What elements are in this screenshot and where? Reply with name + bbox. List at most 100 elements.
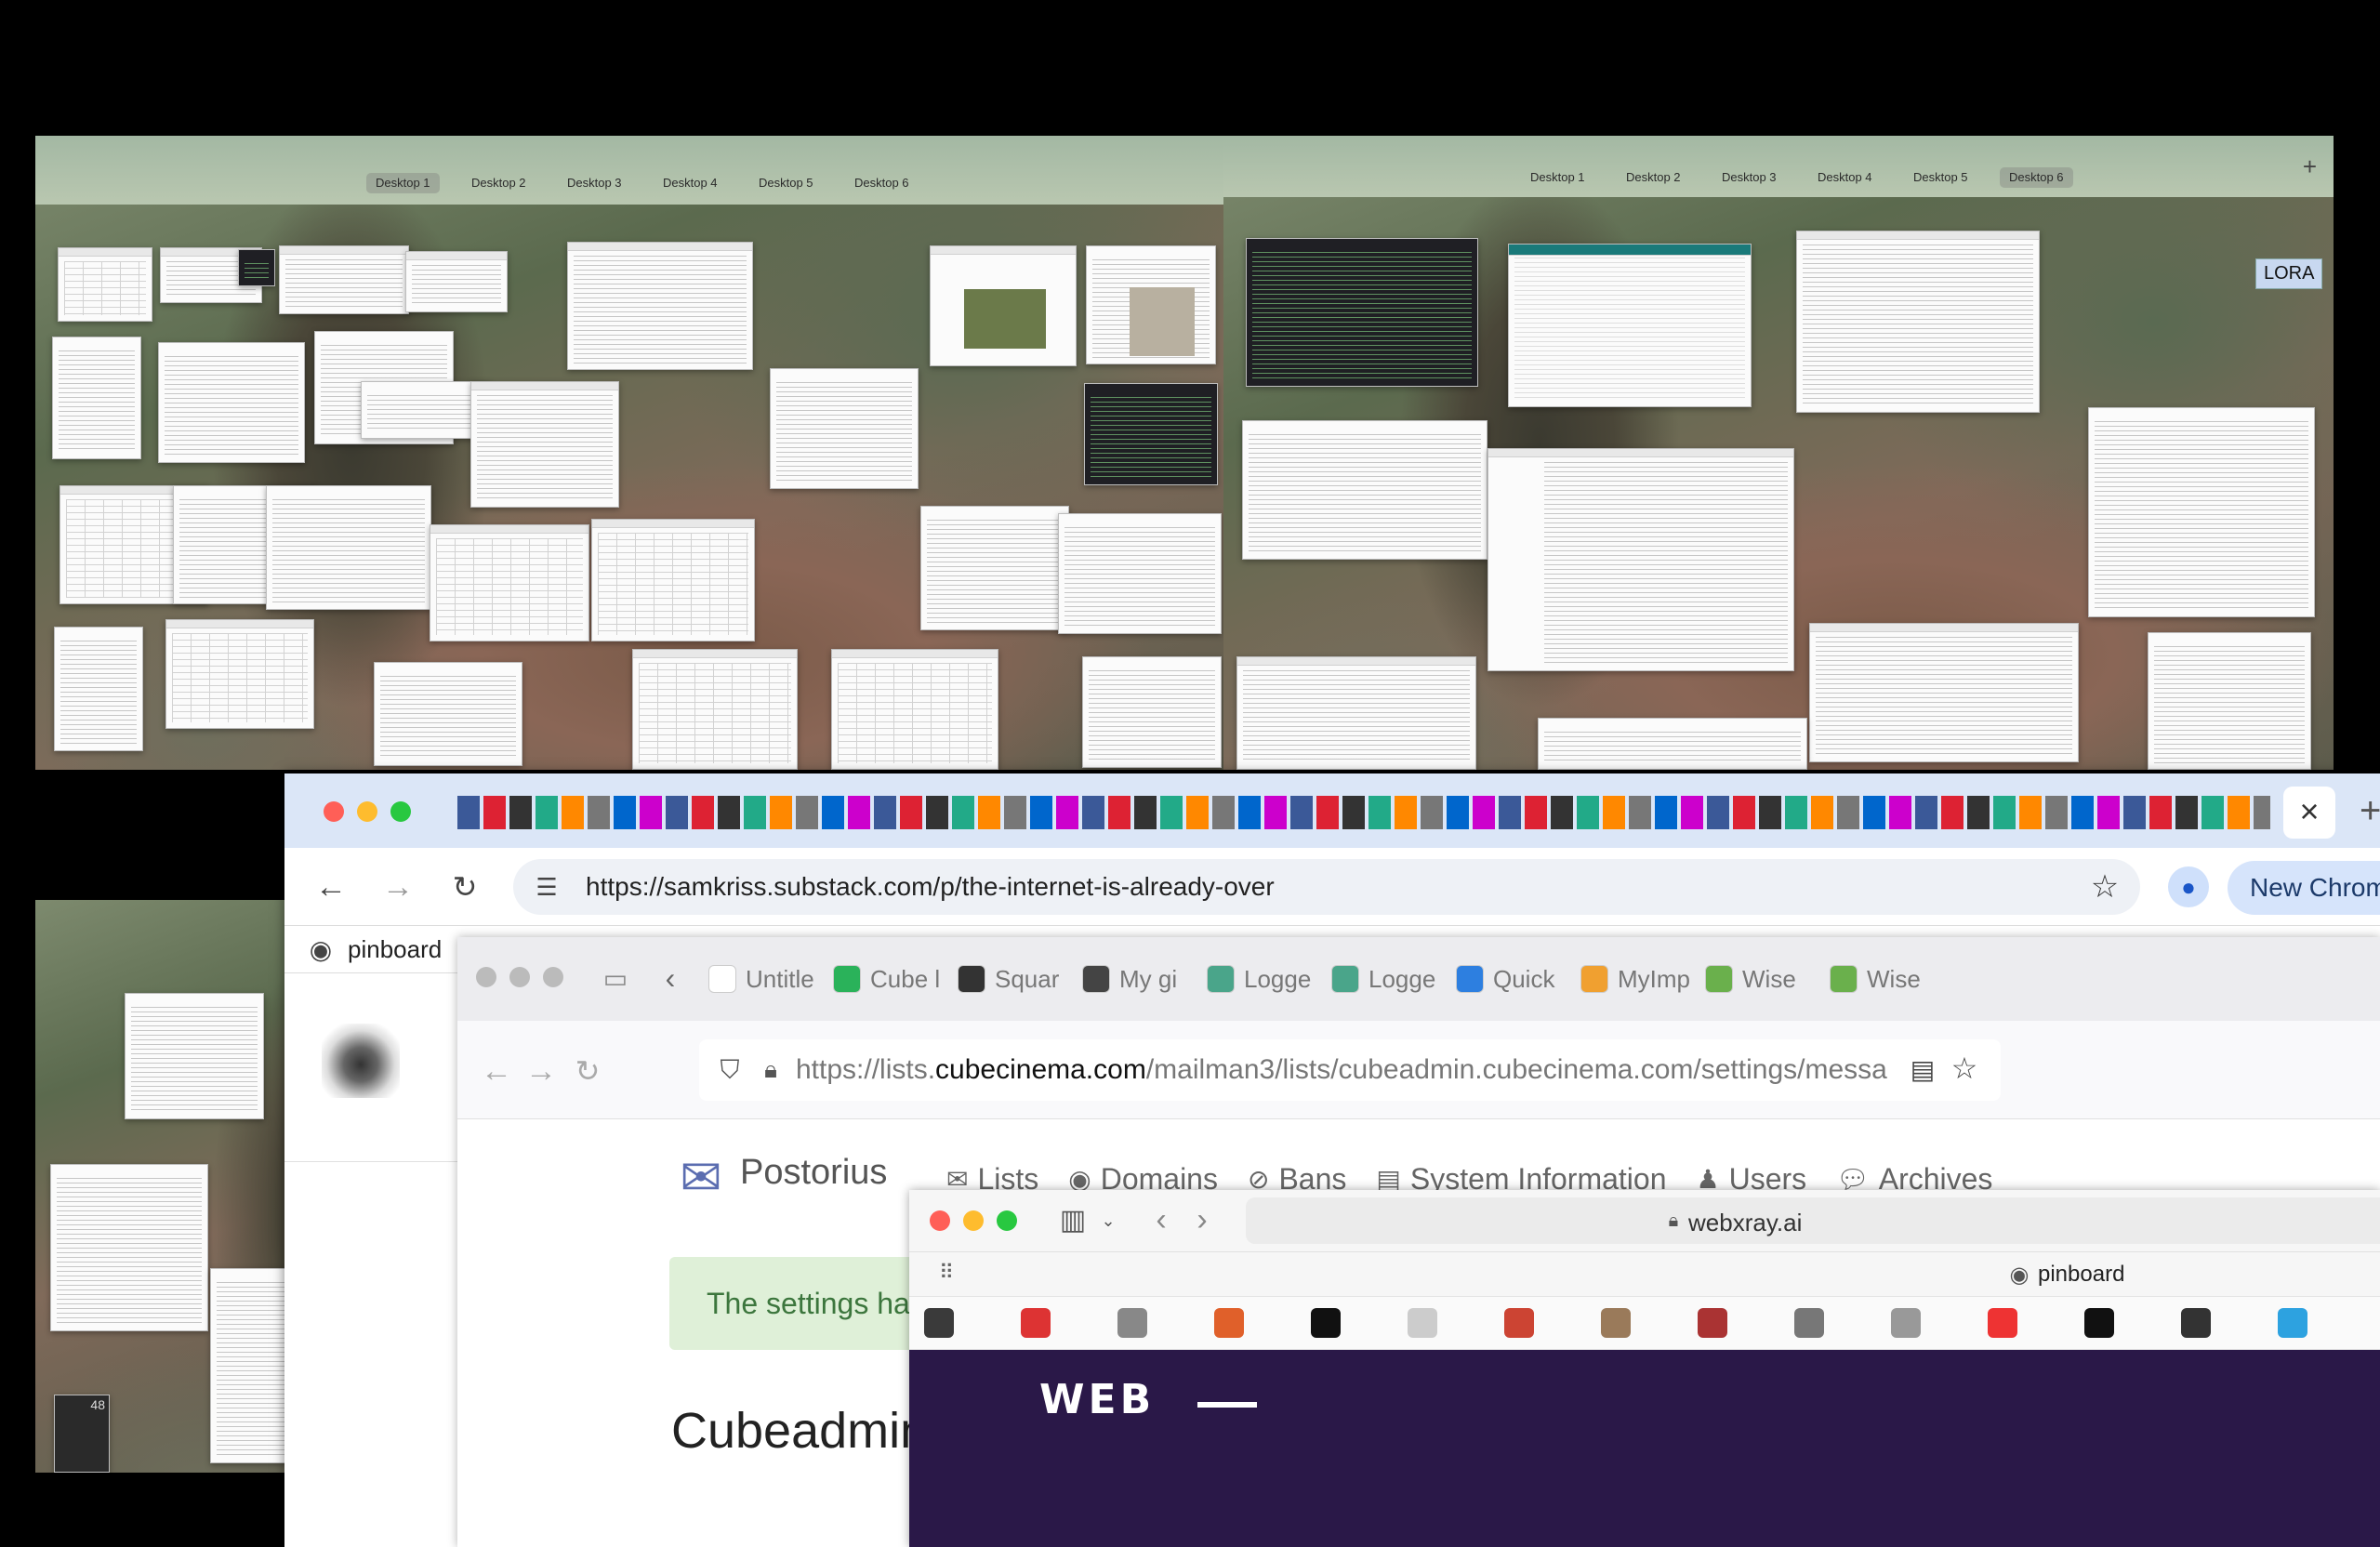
pinned-tabs-favicons[interactable] <box>457 796 2270 829</box>
window-thumbnail[interactable] <box>210 1268 284 1463</box>
window-thumbnail[interactable] <box>591 519 755 641</box>
reload-icon[interactable]: ↻ <box>446 868 483 906</box>
window-thumbnail[interactable] <box>1082 656 1222 768</box>
add-desktop-button[interactable]: + <box>2303 152 2317 181</box>
forward-icon[interactable]: › <box>1188 1202 1216 1237</box>
grid-icon[interactable]: ⠿ <box>933 1260 959 1286</box>
window-thumbnail[interactable] <box>1084 383 1218 485</box>
close-window-button[interactable] <box>930 1210 950 1231</box>
sidebar-icon[interactable]: ▥ <box>1054 1203 1091 1236</box>
window-thumbnail[interactable] <box>920 506 1069 630</box>
window-thumbnail[interactable] <box>374 662 522 766</box>
desktop-3-button[interactable]: Desktop 3 <box>558 173 631 193</box>
tab-overview-icon[interactable]: ▭ <box>597 961 634 995</box>
tab-favicon-icon[interactable] <box>2278 1308 2307 1338</box>
window-thumbnail[interactable] <box>1086 245 1216 364</box>
tab-favicon-icon[interactable] <box>1988 1308 2017 1338</box>
tab-favicon-icon[interactable] <box>1601 1308 1631 1338</box>
window-thumbnail[interactable] <box>1796 231 2040 413</box>
window-thumbnail[interactable] <box>52 337 141 459</box>
window-thumbnail[interactable] <box>2148 632 2311 770</box>
firefox-tab[interactable]: Untitle <box>708 948 814 1010</box>
tab-favicon-icon[interactable] <box>1021 1308 1051 1338</box>
window-thumbnail[interactable] <box>405 251 508 312</box>
firefox-url[interactable]: https://lists.cubecinema.com/mailman3/li… <box>796 1054 1911 1086</box>
postorius-brand[interactable]: Postorius <box>740 1153 887 1193</box>
back-icon[interactable]: ← <box>478 1052 515 1090</box>
chevron-down-icon[interactable]: ⌄ <box>1099 1207 1117 1235</box>
firefox-tab[interactable]: MyImp <box>1580 948 1690 1010</box>
window-thumbnail[interactable] <box>2088 407 2315 617</box>
window-thumbnail[interactable] <box>1236 656 1476 770</box>
bookmark-star-icon[interactable]: ☆ <box>2086 868 2123 906</box>
window-thumbnail[interactable] <box>50 1164 208 1331</box>
lock-icon[interactable]: 🔒︎ <box>755 1054 787 1086</box>
desktop-1-button[interactable]: Desktop 1 <box>1521 167 1594 188</box>
firefox-tab[interactable]: My gi <box>1082 948 1177 1010</box>
window-thumbnail[interactable] <box>238 249 275 286</box>
window-thumbnail[interactable] <box>770 368 919 489</box>
window-thumbnail[interactable] <box>1809 623 2079 762</box>
tab-favicon-icon[interactable] <box>1794 1308 1824 1338</box>
tab-favicon-icon[interactable] <box>1891 1308 1921 1338</box>
desktop-1-button[interactable]: Desktop 1 <box>366 173 440 193</box>
desktop-4-button[interactable]: Desktop 4 <box>654 173 727 193</box>
desktop-6-button[interactable]: Desktop 6 <box>845 173 919 193</box>
window-thumbnail[interactable] <box>1058 513 1222 634</box>
desktop-2-button[interactable]: Desktop 2 <box>1617 167 1690 188</box>
firefox-tab[interactable]: Wise <box>1830 948 1921 1010</box>
zoom-window-button[interactable] <box>997 1210 1017 1231</box>
omnibox-url[interactable]: https://samkriss.substack.com/p/the-inte… <box>586 872 1275 902</box>
desktop-4-button[interactable]: Desktop 4 <box>1808 167 1882 188</box>
window-thumbnail[interactable] <box>632 649 798 770</box>
safari-bookmark-pinboard[interactable]: pinboard <box>2038 1262 2124 1288</box>
bookmark-star-icon[interactable]: ☆ <box>1947 1051 1982 1086</box>
firefox-window[interactable]: ▭ ‹ Untitle Cube l Squar My gi Logge Logge Qui… <box>457 937 2380 1547</box>
desktop-3-button[interactable]: Desktop 3 <box>1712 167 1786 188</box>
webxray-logo[interactable]: WEB <box>1039 1376 1155 1423</box>
reader-view-icon[interactable]: ▤ <box>1906 1052 1939 1086</box>
omnibox[interactable]: ☰ https://samkriss.substack.com/p/the-in… <box>513 859 2140 915</box>
site-settings-icon[interactable]: ☰ <box>530 870 563 904</box>
forward-icon[interactable]: → <box>379 868 416 906</box>
tab-favicon-icon[interactable] <box>1408 1308 1437 1338</box>
firefox-tab[interactable]: Logge <box>1331 948 1435 1010</box>
safari-window[interactable]: ▥ ⌄ ‹ › 🔒︎ webxray.ai ⠿ ◉ pinboard WEB <box>909 1190 2380 1547</box>
back-icon[interactable]: ‹ <box>1147 1202 1175 1237</box>
tabs-left-icon[interactable]: ‹ <box>656 961 684 995</box>
desktop-2-button[interactable]: Desktop 2 <box>462 173 536 193</box>
calculator-widget[interactable]: 48 <box>54 1395 110 1473</box>
desktop-5-button[interactable]: Desktop 5 <box>1904 167 1977 188</box>
firefox-tab[interactable]: Wise <box>1705 948 1796 1010</box>
window-thumbnail[interactable] <box>58 247 152 322</box>
firefox-tab[interactable]: Quick <box>1456 948 1554 1010</box>
close-window-button[interactable] <box>476 967 496 987</box>
tab-favicon-icon[interactable] <box>924 1308 954 1338</box>
tab-favicon-icon[interactable] <box>1698 1308 1727 1338</box>
window-thumbnail[interactable] <box>1242 420 1488 560</box>
minimize-window-button[interactable] <box>509 967 530 987</box>
window-thumbnail[interactable] <box>831 649 998 770</box>
new-chrome-button[interactable]: New Chrom <box>2228 861 2380 915</box>
window-thumbnail[interactable] <box>125 993 264 1119</box>
tab-favicon-icon[interactable] <box>2181 1308 2211 1338</box>
window-thumbnail[interactable] <box>1538 718 1807 770</box>
firefox-urlbar[interactable]: ⛉ 🔒︎ https://lists.cubecinema.com/mailma… <box>699 1039 2001 1101</box>
new-tab-button[interactable]: + <box>2360 790 2380 832</box>
window-thumbnail[interactable] <box>266 485 431 610</box>
minimize-window-button[interactable] <box>963 1210 984 1231</box>
tab-favicon-icon[interactable] <box>1311 1308 1341 1338</box>
window-thumbnail[interactable] <box>1488 448 1794 671</box>
safari-address-bar[interactable]: 🔒︎ webxray.ai <box>1246 1197 2380 1244</box>
window-thumbnail[interactable] <box>1246 238 1478 387</box>
window-thumbnail[interactable] <box>1508 244 1752 407</box>
safari-url[interactable]: webxray.ai <box>1688 1209 1802 1237</box>
forward-icon[interactable]: → <box>522 1052 560 1090</box>
window-thumbnail[interactable] <box>930 245 1077 366</box>
window-thumbnail[interactable] <box>470 381 619 508</box>
bookmark-pinboard[interactable]: pinboard <box>348 935 442 964</box>
zoom-window-button[interactable] <box>543 967 563 987</box>
firefox-tab[interactable]: Squar <box>958 948 1059 1010</box>
window-thumbnail[interactable] <box>279 245 409 314</box>
window-thumbnail[interactable] <box>54 627 143 751</box>
